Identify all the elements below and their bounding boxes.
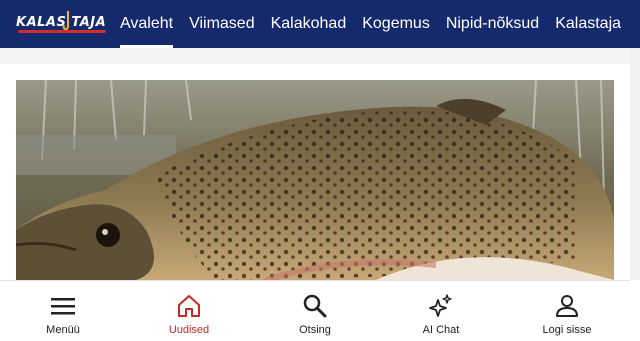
- site-logo[interactable]: KALAS TAJA: [16, 10, 108, 38]
- sparkles-icon: [429, 294, 452, 317]
- bottom-navigation: Menüü Uudised Otsing AI Chat Logi sisse: [0, 280, 630, 341]
- nav-item-kogemus[interactable]: Kogemus: [362, 0, 430, 48]
- bottom-tab-search[interactable]: Otsing: [252, 281, 378, 341]
- nav-item-avaleht[interactable]: Avaleht: [120, 0, 174, 48]
- fish-hook-icon: [62, 11, 69, 31]
- bottom-tab-news-label: Uudised: [168, 324, 210, 336]
- search-icon: [303, 294, 327, 318]
- bottom-tab-ai-chat[interactable]: AI Chat: [378, 281, 504, 341]
- home-icon: [178, 295, 200, 317]
- nav-item-nipid-noksud[interactable]: Nipid-nõksud: [446, 0, 539, 48]
- bottom-tab-menu[interactable]: Menüü: [0, 281, 126, 341]
- sub-header-strip: [0, 48, 630, 64]
- page-scrollbar[interactable]: [630, 48, 640, 280]
- bottom-tab-login[interactable]: Logi sisse: [504, 281, 630, 341]
- bottom-tab-search-label: Otsing: [299, 324, 331, 336]
- menu-icon: [51, 298, 75, 315]
- bottom-tab-menu-label: Menüü: [46, 324, 80, 336]
- hero-image[interactable]: [16, 80, 614, 280]
- nav-item-kalastaja[interactable]: Kalastaja: [555, 0, 621, 48]
- main-nav: Avaleht Viimased Kalakohad Kogemus Nipid…: [120, 0, 637, 48]
- nav-item-viimased[interactable]: Viimased: [189, 0, 255, 48]
- bottom-tab-ai-chat-label: AI Chat: [422, 324, 460, 336]
- top-header: KALAS TAJA Avaleht Viimased Kalakohad Ko…: [0, 0, 640, 48]
- nav-item-kalakohad[interactable]: Kalakohad: [271, 0, 347, 48]
- user-icon: [556, 295, 578, 317]
- bottom-tab-login-label: Logi sisse: [542, 324, 592, 336]
- bottom-tab-news[interactable]: Uudised: [126, 281, 252, 341]
- brown-trout-photo: [16, 80, 614, 280]
